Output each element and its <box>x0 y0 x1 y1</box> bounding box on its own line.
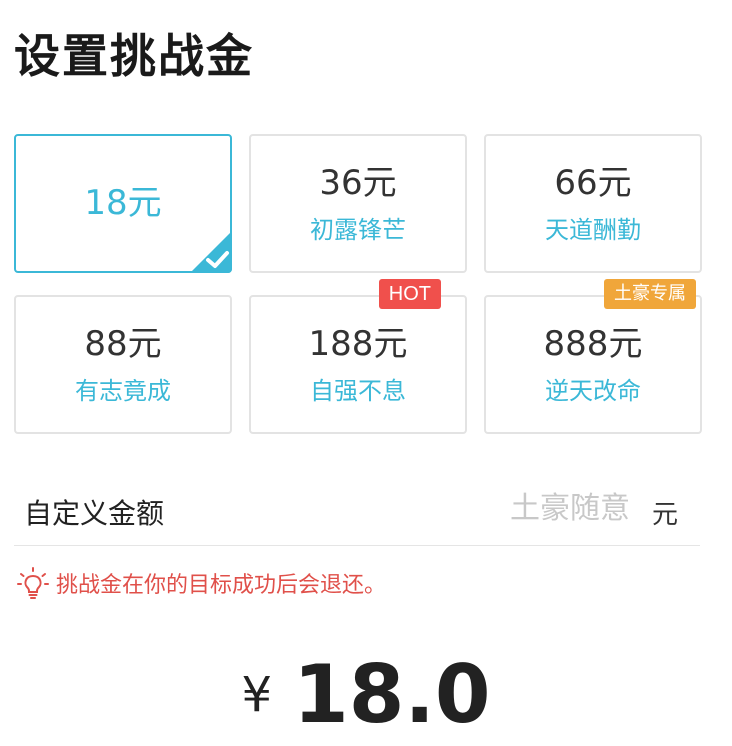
option-motto: 自强不息 <box>310 376 406 405</box>
option-amount: 18元 <box>84 183 162 224</box>
lightbulb-icon <box>17 567 49 599</box>
option-card-888[interactable]: 土豪专属 888元 逆天改命 <box>484 279 702 434</box>
tip-text: 挑战金在你的目标成功后会退还。 <box>56 573 387 598</box>
hot-badge: HOT <box>378 279 441 309</box>
currency-symbol: ¥ <box>241 666 273 723</box>
option-card-36[interactable]: 36元 初露锋芒 <box>249 134 467 273</box>
option-motto: 有志竟成 <box>75 376 171 405</box>
custom-amount-label: 自定义金额 <box>24 497 165 530</box>
option-motto: 初露锋芒 <box>310 215 406 244</box>
amount-options: 18元 36元 初露锋芒 66元 天道酬勤 88元 有志竟成 HOT 188元 … <box>14 134 702 434</box>
refund-tip: 挑战金在你的目标成功后会退还。 <box>16 566 386 600</box>
option-card-66[interactable]: 66元 天道酬勤 <box>484 134 702 273</box>
option-amount: 888元 <box>543 323 643 364</box>
custom-amount-input[interactable] <box>430 488 630 528</box>
option-amount: 66元 <box>554 162 632 203</box>
rich-exclusive-badge: 土豪专属 <box>604 279 696 309</box>
selected-check-icon <box>190 231 232 273</box>
option-motto: 逆天改命 <box>545 376 641 405</box>
total-amount: ¥ 18.0 <box>0 648 732 741</box>
option-amount: 188元 <box>308 323 408 364</box>
option-amount: 36元 <box>319 162 397 203</box>
custom-amount-unit: 元 <box>651 500 678 530</box>
page-title: 设置挑战金 <box>14 29 254 83</box>
total-value: 18.0 <box>293 648 491 741</box>
option-card-18[interactable]: 18元 <box>14 134 232 273</box>
option-motto: 天道酬勤 <box>545 215 641 244</box>
option-amount: 88元 <box>84 323 162 364</box>
custom-amount-row: 自定义金额 元 <box>14 470 700 546</box>
option-card-188[interactable]: HOT 188元 自强不息 <box>249 279 467 434</box>
option-card-88[interactable]: 88元 有志竟成 <box>14 295 232 434</box>
